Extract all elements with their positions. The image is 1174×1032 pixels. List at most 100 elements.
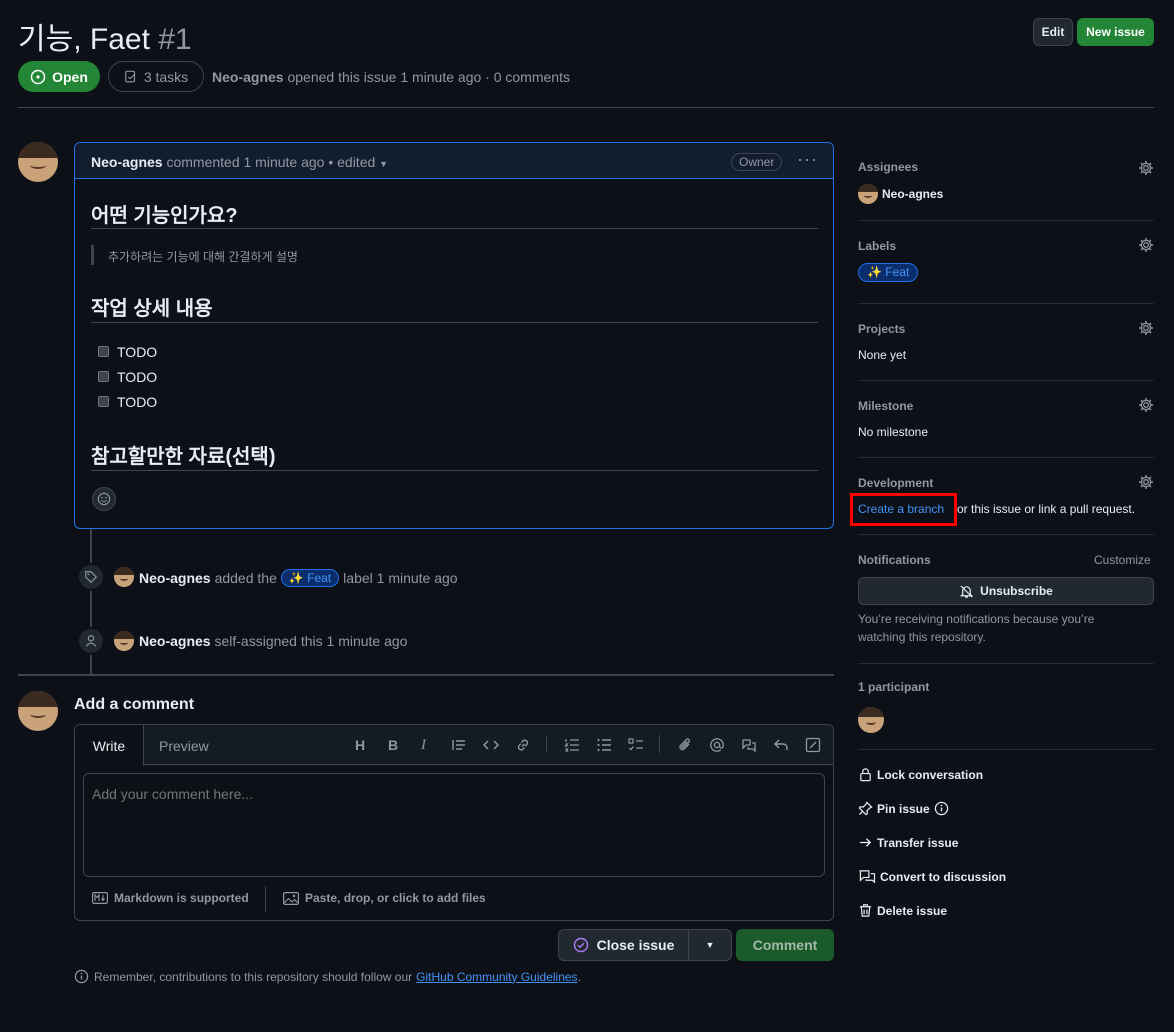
development-text: or this issue or link a pull request. (957, 502, 1136, 516)
projects-heading[interactable]: Projects (858, 322, 905, 336)
attach-files-hint[interactable]: Paste, drop, or click to add files (283, 891, 486, 905)
event-text: label 1 minute ago (343, 570, 458, 586)
comment-textarea[interactable] (83, 773, 825, 877)
customize-link[interactable]: Customize (1094, 553, 1151, 567)
chevron-down-icon[interactable]: ▼ (379, 159, 388, 169)
assignees-heading[interactable]: Assignees (858, 160, 918, 174)
delete-issue-button[interactable]: Delete issue (858, 903, 947, 918)
divider (858, 534, 1154, 535)
bold-icon[interactable]: B (388, 737, 404, 753)
labels-heading[interactable]: Labels (858, 239, 896, 253)
tasks-count: 3 tasks (143, 68, 189, 85)
comment-button[interactable]: Comment (736, 929, 834, 961)
note-end: . (577, 969, 581, 984)
unsubscribe-label: Unsubscribe (980, 584, 1053, 598)
heading-icon[interactable]: H (355, 737, 371, 753)
reaction-button[interactable] (92, 487, 116, 511)
create-branch-link[interactable]: Create a branch (858, 502, 944, 516)
divider (91, 322, 818, 323)
divider (91, 228, 818, 229)
transfer-label: Transfer issue (877, 835, 959, 850)
task-item: TODO (117, 344, 158, 360)
gear-icon[interactable] (1138, 320, 1154, 336)
link-icon[interactable] (515, 737, 531, 753)
event-author[interactable]: Neo-agnes (139, 633, 211, 649)
close-options-dropdown[interactable]: ▼ (688, 929, 732, 961)
lock-conversation-button[interactable]: Lock conversation (858, 767, 983, 782)
add-comment-heading: Add a comment (74, 696, 195, 713)
fullscreen-icon[interactable] (805, 737, 821, 753)
guidelines-link[interactable]: GitHub Community Guidelines (416, 970, 577, 984)
event-author[interactable]: Neo-agnes (139, 570, 211, 586)
checklist-icon (124, 70, 135, 82)
edit-button[interactable]: Edit (1033, 18, 1073, 46)
tab-write-label: Write (92, 737, 126, 754)
milestone-heading[interactable]: Milestone (858, 399, 913, 413)
comment-author[interactable]: Neo-agnes (91, 154, 163, 170)
gear-icon[interactable] (1138, 397, 1154, 413)
info-icon[interactable] (934, 801, 949, 816)
avatar[interactable] (18, 142, 58, 182)
code-icon[interactable] (483, 737, 499, 753)
issue-number: #1 (158, 23, 192, 56)
divider (858, 220, 1154, 221)
unordered-list-icon[interactable] (596, 737, 612, 753)
task-checkbox[interactable] (98, 371, 109, 382)
image-icon (283, 891, 299, 905)
assignee-name[interactable]: Neo-agnes (882, 187, 943, 201)
avatar[interactable] (18, 691, 58, 731)
tasks-badge[interactable]: 3 tasks (108, 61, 204, 92)
feat-label-badge[interactable]: ✨ Feat (858, 263, 919, 282)
event-text: added the (214, 570, 277, 586)
development-heading[interactable]: Development (858, 476, 933, 490)
bell-slash-icon (960, 584, 974, 598)
mention-icon[interactable] (709, 737, 725, 753)
lock-icon (860, 768, 871, 782)
gear-icon[interactable] (1138, 160, 1154, 176)
tab-write[interactable]: Write (75, 725, 144, 766)
gear-icon[interactable] (1138, 237, 1154, 253)
task-list-icon[interactable] (628, 737, 644, 753)
avatar[interactable] (114, 567, 134, 587)
comment-heading-1: 어떤 기능인가요? (91, 205, 238, 227)
close-issue-button[interactable]: Close issue (558, 929, 689, 961)
timeline-event-assign: Neo-agnes self-assigned this 1 minute ag… (139, 633, 407, 649)
more-options-icon[interactable]: ··· (797, 149, 818, 170)
footer-divider (265, 886, 266, 912)
convert-to-discussion-button[interactable]: Convert to discussion (858, 869, 1006, 884)
markdown-hint[interactable]: Markdown is supported (92, 891, 249, 905)
markdown-label: Markdown is supported (114, 891, 249, 905)
issue-author[interactable]: Neo-agnes (212, 69, 284, 85)
divider (858, 749, 1154, 750)
trash-icon (859, 904, 872, 917)
avatar[interactable] (858, 707, 884, 733)
comment-box: Neo-agnes commented 1 minute ago • edite… (74, 142, 834, 529)
pin-issue-button[interactable]: Pin issue (858, 801, 949, 816)
reply-icon[interactable] (773, 737, 789, 753)
tab-preview[interactable]: Preview (159, 738, 209, 754)
unsubscribe-button[interactable]: Unsubscribe (858, 577, 1154, 605)
transfer-issue-button[interactable]: Transfer issue (858, 835, 958, 850)
person-icon (77, 627, 105, 655)
feat-label-badge[interactable]: ✨ Feat (280, 569, 340, 587)
avatar[interactable] (114, 631, 134, 651)
smiley-icon (97, 492, 111, 506)
task-checkbox[interactable] (98, 346, 109, 357)
comment-meta[interactable]: commented 1 minute ago • edited (166, 154, 375, 170)
italic-icon[interactable]: I (421, 737, 437, 753)
gear-icon[interactable] (1138, 474, 1154, 490)
new-issue-button[interactable]: New issue (1077, 18, 1154, 46)
quote-icon[interactable] (451, 737, 467, 753)
task-checkbox[interactable] (98, 396, 109, 407)
divider (858, 663, 1154, 664)
tag-icon (77, 563, 105, 591)
ordered-list-icon[interactable] (564, 737, 580, 753)
markdown-icon (92, 892, 108, 904)
cross-reference-icon[interactable] (741, 737, 757, 753)
avatar[interactable] (858, 184, 878, 204)
lock-label: Lock conversation (877, 767, 984, 782)
comment-discussion-icon (859, 870, 876, 884)
paperclip-icon[interactable] (677, 737, 693, 753)
pin-label: Pin issue (877, 801, 930, 816)
divider (858, 457, 1154, 458)
